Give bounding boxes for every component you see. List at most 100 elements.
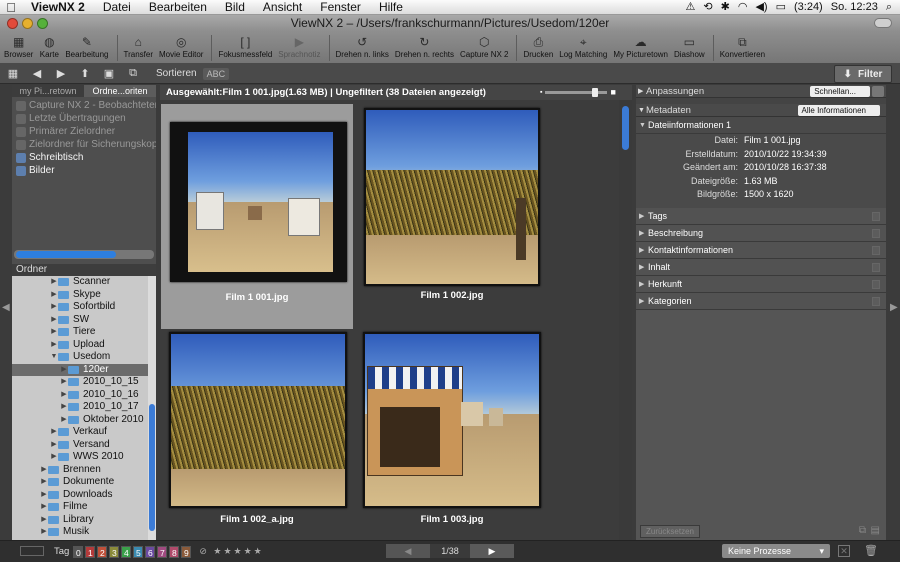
disclosure-icon[interactable]: ▶ <box>50 326 58 339</box>
disclosure-icon[interactable]: ▶ <box>50 451 58 464</box>
disclosure-icon[interactable]: ▶ <box>40 464 48 477</box>
apple-icon[interactable]:  <box>0 0 22 15</box>
link-capture-nx2[interactable]: Capture NX 2 - Beobachteter O <box>12 99 156 112</box>
capture-nx2-button[interactable]: ⬡ Capture NX 2 <box>460 32 508 60</box>
disclosure-icon[interactable]: ▶ <box>60 414 68 427</box>
tree-node[interactable]: ▶ 2010_10_17 <box>12 401 148 414</box>
trash-icon[interactable]: 🗑 <box>864 544 878 557</box>
paste-metadata-icon[interactable]: ▤ <box>871 525 880 536</box>
menu-bearbeiten[interactable]: Bearbeiten <box>140 0 216 15</box>
scroll-thumb[interactable] <box>149 404 155 531</box>
rotate-left-button[interactable]: ↺ Drehen n. links <box>336 32 389 60</box>
disclosure-icon[interactable]: ▶ <box>639 225 644 242</box>
disclosure-icon[interactable]: ▶ <box>40 489 48 502</box>
transfer-button[interactable]: ⌂ Transfer <box>124 32 154 60</box>
filmstrip-toggle-icon[interactable] <box>20 546 44 556</box>
link-primaerer-zielordner[interactable]: Primärer Zielordner <box>12 125 156 138</box>
disclosure-icon[interactable]: ▶ <box>50 314 58 327</box>
tree-node[interactable]: ▶ Scanner <box>12 276 148 289</box>
tag-0[interactable]: 0 <box>73 545 84 558</box>
thumbnail-cell[interactable]: Film 1 002.jpg <box>356 104 548 329</box>
section-edit-icon[interactable] <box>872 279 880 289</box>
thumbnail-image[interactable] <box>170 122 347 282</box>
link-sicherungskopie[interactable]: Zielordner für Sicherungskopie <box>12 138 156 151</box>
thumbnail-cell-selected[interactable]: Film 1 001.jpg <box>161 104 353 329</box>
thumbnail-cell[interactable]: Film 1 003.jpg <box>356 328 548 553</box>
my-picturetown-button[interactable]: ☁ My Picturetown <box>613 32 668 60</box>
tree-scrollbar[interactable] <box>148 276 156 540</box>
collapse-left-icon[interactable]: ◀ <box>2 302 10 313</box>
bearbeitung-button[interactable]: ✎ Bearbeitung <box>65 32 108 60</box>
tree-node[interactable]: ▶ Library <box>12 514 148 527</box>
disclosure-icon[interactable]: ▶ <box>40 514 48 527</box>
tree-node[interactable]: ▶ 2010_10_15 <box>12 376 148 389</box>
grid-scrollbar[interactable] <box>619 100 632 540</box>
preset-icon[interactable] <box>872 86 884 97</box>
disclosure-icon[interactable]: ▶ <box>50 339 58 352</box>
disclosure-open-icon[interactable]: ▼ <box>639 117 646 134</box>
print-button[interactable]: ⎙ Drucken <box>523 32 553 60</box>
section-edit-icon[interactable] <box>872 245 880 255</box>
dateiinfo-section[interactable]: ▼ Dateiinformationen 1 <box>636 117 886 134</box>
minimize-icon[interactable] <box>22 18 33 29</box>
bluetooth-icon[interactable]: ✱ <box>721 0 730 15</box>
clock[interactable]: So. 12:23 <box>831 0 878 15</box>
browser-button[interactable]: ▦ Browser <box>4 32 33 60</box>
disclosure-icon[interactable]: ▶ <box>60 389 68 402</box>
no-rating-icon[interactable]: ⊘ <box>199 546 209 556</box>
tree-node[interactable]: ▶ Downloads <box>12 489 148 502</box>
thumbnail-image[interactable] <box>169 332 347 508</box>
section-kategorien[interactable]: ▶ Kategorien <box>636 292 886 310</box>
metadaten-header[interactable]: ▼ Metadaten Alle Informationen <box>636 104 886 117</box>
menu-fenster[interactable]: Fenster <box>311 0 370 15</box>
folder-action-icon[interactable]: ▣ <box>98 66 120 82</box>
tag-1[interactable]: 1 <box>85 545 96 558</box>
tree-node[interactable]: ▶ Dokumente <box>12 476 148 489</box>
volume-icon[interactable]: ◀) <box>755 0 767 15</box>
place-bilder[interactable]: Bilder <box>12 164 156 177</box>
tree-node[interactable]: ▶ Skype <box>12 289 148 302</box>
tree-node[interactable]: ▶ Verkauf <box>12 426 148 439</box>
convert-button[interactable]: ⧉ Konvertieren <box>720 32 765 60</box>
disclosure-icon[interactable]: ▶ <box>60 401 68 414</box>
menu-datei[interactable]: Datei <box>94 0 140 15</box>
cancel-process-icon[interactable]: ✕ <box>838 545 850 557</box>
metadaten-select[interactable]: Alle Informationen <box>797 105 880 116</box>
tab-ordner-favoriten[interactable]: Ordne...oriten <box>84 85 156 97</box>
thumbnail-image[interactable] <box>363 332 541 508</box>
disclosure-icon[interactable]: ▶ <box>50 289 58 302</box>
zoom-icon[interactable] <box>37 18 48 29</box>
thumbnail-image[interactable] <box>364 108 540 286</box>
filter-button[interactable]: ⬇ Filter <box>834 65 892 83</box>
reset-button[interactable]: Zurücksetzen <box>640 525 700 538</box>
section-herkunft[interactable]: ▶ Herkunft <box>636 275 886 293</box>
copy-icon[interactable]: ⧉ <box>122 66 144 82</box>
log-matching-button[interactable]: ⌖ Log Matching <box>559 32 607 60</box>
disclosure-icon[interactable]: ▶ <box>639 242 644 259</box>
alert-icon[interactable]: ⚠ <box>686 0 696 15</box>
disclosure-icon[interactable]: ▶ <box>40 501 48 514</box>
rating-stars[interactable]: ⊘ ★★★★★ <box>199 546 263 557</box>
folder-up-icon[interactable]: ⬆ <box>74 66 96 82</box>
menu-bild[interactable]: Bild <box>216 0 254 15</box>
battery-icon[interactable]: ▭ <box>776 0 786 15</box>
tree-node[interactable]: ▶ Tiere <box>12 326 148 339</box>
rotate-right-button[interactable]: ↻ Drehen n. rechts <box>395 32 454 60</box>
anpassungen-header[interactable]: ▶ Anpassungen Schnellan... <box>636 85 886 98</box>
grid-view-icon[interactable]: ▦ <box>2 66 24 82</box>
spotlight-icon[interactable]: ⌕ <box>886 0 892 15</box>
disclosure-icon[interactable]: ▶ <box>50 276 58 289</box>
copy-metadata-icon[interactable]: ⧉ <box>859 525 866 536</box>
diashow-button[interactable]: ▭ Diashow <box>674 32 705 60</box>
sprachnotiz-button[interactable]: ▶ Sprachnotiz <box>278 32 320 60</box>
section-edit-icon[interactable] <box>872 262 880 272</box>
next-button[interactable]: ▶ <box>470 544 514 558</box>
tree-node[interactable]: ▶ Oktober 2010 <box>12 414 148 427</box>
battery-time[interactable]: (3:24) <box>794 0 823 15</box>
tag-5[interactable]: 5 <box>133 545 144 558</box>
tag-4[interactable]: 4 <box>121 545 132 558</box>
section-inhalt[interactable]: ▶ Inhalt <box>636 258 886 276</box>
karte-button[interactable]: ◍ Karte <box>39 32 59 60</box>
disclosure-icon[interactable]: ▶ <box>639 293 644 310</box>
disclosure-icon[interactable]: ▶ <box>60 376 68 389</box>
